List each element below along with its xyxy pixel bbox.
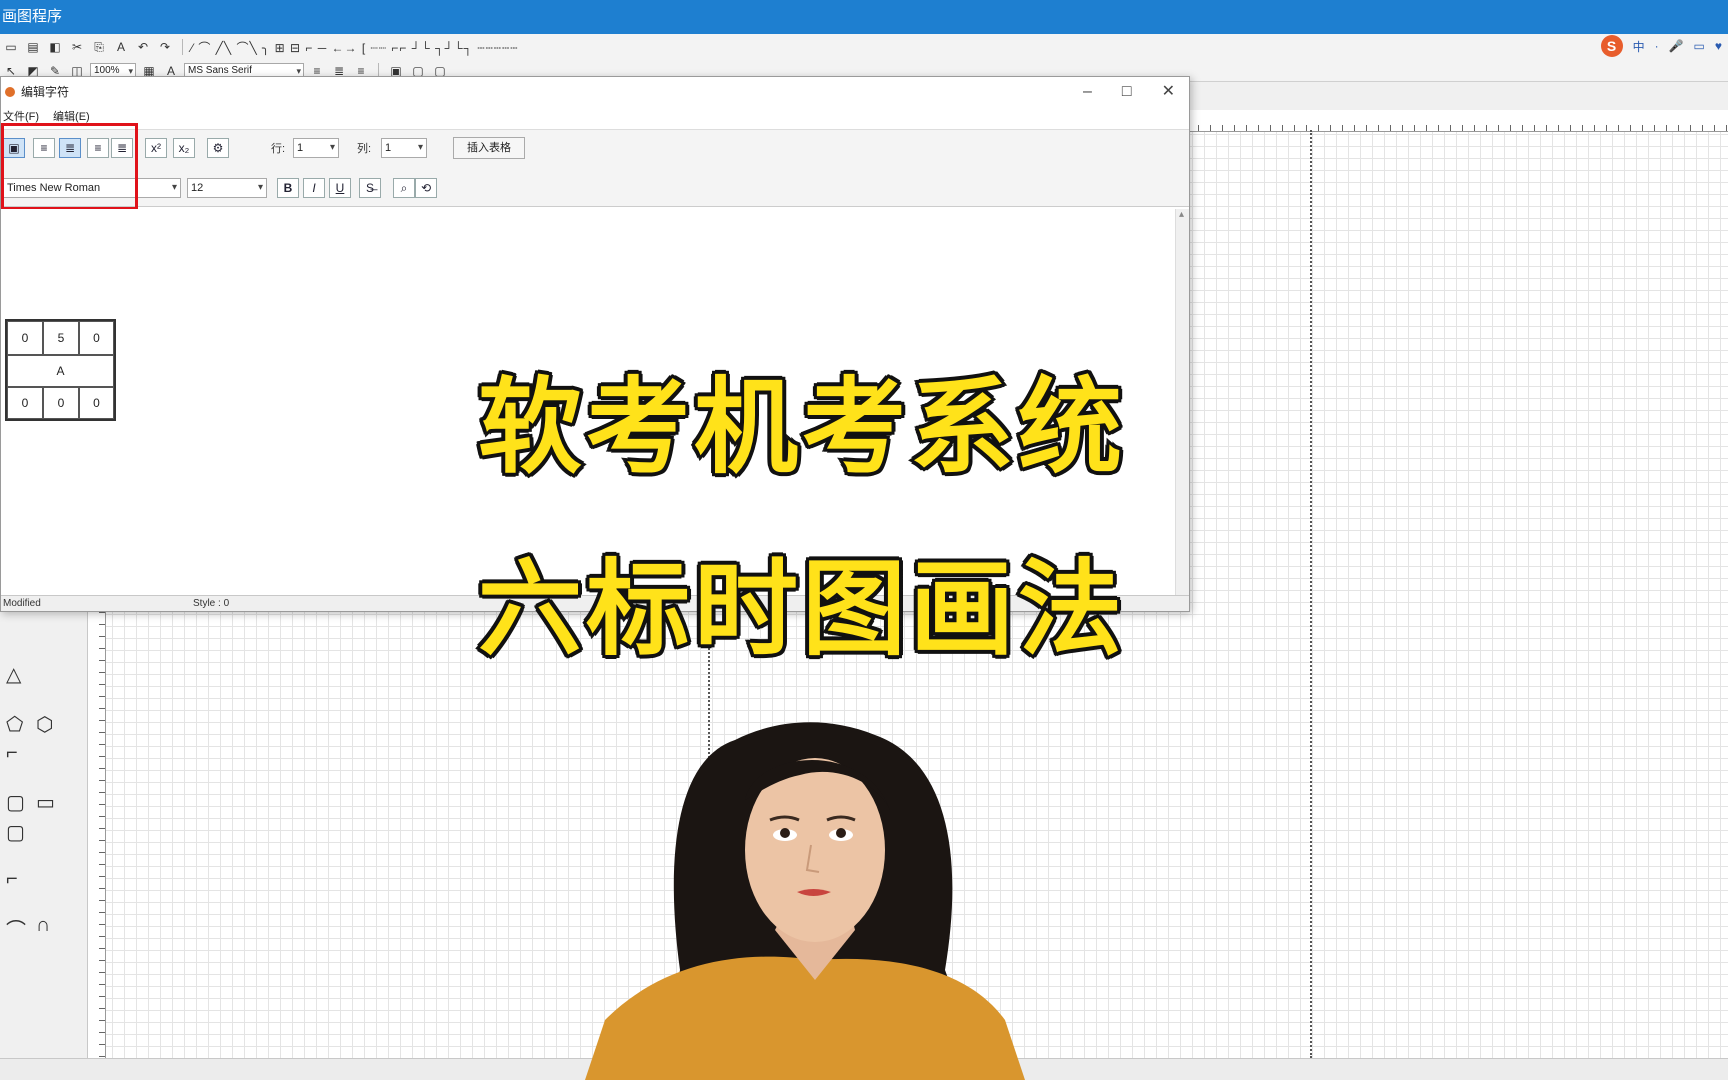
dialog-title: 编辑字符 — [21, 85, 70, 99]
cols-select[interactable]: 1 — [381, 138, 427, 158]
cut-icon[interactable]: ✂ — [68, 39, 86, 55]
dialog-app-icon — [5, 87, 15, 97]
subscript-icon[interactable]: x₂ — [173, 138, 195, 158]
new-file-icon[interactable]: ▭ — [2, 39, 20, 55]
modified-status: Modified — [3, 598, 41, 609]
undo-icon[interactable]: ↶ — [134, 39, 152, 55]
open-file-icon[interactable]: ▤ — [24, 39, 42, 55]
dialog-title-bar: 编辑字符 – □ ✕ — [1, 77, 1189, 107]
arc-shape-icon[interactable]: ⌒ — [6, 914, 26, 943]
ime-tray: S 中 · 🎤 ▭ ♥ — [1600, 35, 1722, 57]
table-cell[interactable]: 0 — [79, 387, 114, 419]
toolbar-row-1: ▭ ▤ ◧ ✂ ⎘ A ↶ ↷ ⁄ ⌒ ╱╲ ⌒╲ ╮ ⊞ ⊟ ⌐ ─ ←→ [… — [0, 36, 518, 58]
triangle-shape-icon[interactable]: △ — [6, 662, 21, 687]
symbol-icon[interactable]: ⚙ — [207, 138, 229, 158]
presenter-photo — [585, 722, 1025, 1080]
underline-button[interactable]: U — [329, 178, 351, 198]
table-cell[interactable]: 5 — [43, 321, 79, 355]
line-style-tools[interactable]: ⁄ ⌒ ╱╲ ⌒╲ ╮ ⊞ ⊟ ⌐ ─ ←→ [ ┈┈ ⌐⌐ ┘└ ┐┘└┐ ┄… — [191, 39, 518, 56]
replace-icon[interactable]: ⟲ — [415, 178, 437, 198]
rows-select[interactable]: 1 — [293, 138, 339, 158]
app-title-bar: 画图程序 — [0, 0, 1728, 34]
dialog-scrollbar[interactable] — [1175, 209, 1189, 595]
style-status: Style : 0 — [193, 598, 230, 609]
superscript-icon[interactable]: x² — [145, 138, 167, 158]
copy-icon[interactable]: ⎘ — [90, 39, 108, 55]
horizontal-ruler — [1186, 110, 1728, 132]
rows-label: 行: — [271, 143, 286, 155]
strikethrough-icon[interactable]: S̶ — [359, 178, 381, 198]
table-cell[interactable]: 0 — [7, 387, 43, 419]
redo-icon[interactable]: ↷ — [156, 39, 174, 55]
table-cell[interactable]: 0 — [79, 321, 114, 355]
table-cell[interactable]: 0 — [7, 321, 43, 355]
font-size-select[interactable]: 12 — [187, 178, 267, 198]
app-title: 画图程序 — [2, 8, 63, 25]
pentagon-shape-icon[interactable]: ⬡ — [36, 712, 53, 737]
curve-shape-icon[interactable]: ∩ — [36, 914, 50, 937]
square-shape-icon[interactable]: ▢ — [6, 790, 25, 815]
connector-shape-icon[interactable]: ⌐ — [6, 742, 18, 765]
minimize-icon[interactable]: – — [1083, 77, 1092, 107]
card-shape-icon[interactable]: ▭ — [36, 790, 55, 815]
shape-palette: △ ⬠ ⬡ ⌐ ▢ ▭ ▢ ⌐ ⌒ ∩ — [0, 612, 88, 1058]
dialog-menu-bar: 文件(F) 编辑(E) — [1, 107, 1189, 127]
skin-icon[interactable]: ♥ — [1715, 39, 1722, 53]
save-icon[interactable]: ◧ — [46, 39, 64, 55]
box-shape-icon[interactable]: ▢ — [6, 820, 25, 845]
vertical-ruler — [88, 612, 106, 1058]
polygon-shape-icon[interactable]: ⬠ — [6, 712, 23, 737]
symbol-table[interactable]: 0 5 0 A 0 0 0 — [5, 319, 116, 421]
cols-label: 列: — [357, 143, 372, 155]
annotation-highlight-box — [1, 123, 138, 210]
page-boundary-line — [1310, 130, 1312, 1058]
main-toolbar: ▭ ▤ ◧ ✂ ⎘ A ↶ ↷ ⁄ ⌒ ╱╲ ⌒╲ ╮ ⊞ ⊟ ⌐ ─ ←→ [… — [0, 34, 1728, 82]
microphone-icon[interactable]: 🎤 — [1669, 39, 1684, 53]
overlay-title-line-1: 软考机考系统 — [475, 363, 1127, 491]
search-icon[interactable]: ⌕ — [393, 178, 415, 198]
overlay-title-line-2: 六标时图画法 — [475, 545, 1127, 673]
window-controls: – □ ✕ — [1083, 77, 1175, 107]
ime-mode-label[interactable]: 中 — [1633, 38, 1645, 55]
insert-table-button[interactable]: 插入表格 — [453, 137, 525, 159]
italic-button[interactable]: I — [303, 178, 325, 198]
step-shape-icon[interactable]: ⌐ — [6, 868, 18, 891]
bold-button[interactable]: B — [277, 178, 299, 198]
toolbar-separator — [182, 39, 183, 55]
keyboard-icon[interactable]: ▭ — [1694, 39, 1705, 53]
table-cell[interactable]: A — [7, 355, 114, 387]
close-icon[interactable]: ✕ — [1162, 77, 1175, 107]
text-tool-icon[interactable]: A — [112, 39, 130, 55]
dialog-toolbar: ▣ ≡ ≣ ≡ ≣ x² x₂ ⚙ 行: 1 列: 1 插入表格 Times N… — [1, 129, 1189, 240]
maximize-icon[interactable]: □ — [1122, 77, 1132, 107]
sogou-ime-icon[interactable]: S — [1600, 35, 1623, 57]
ime-punct-icon[interactable]: · — [1655, 39, 1659, 53]
table-cell[interactable]: 0 — [43, 387, 79, 419]
